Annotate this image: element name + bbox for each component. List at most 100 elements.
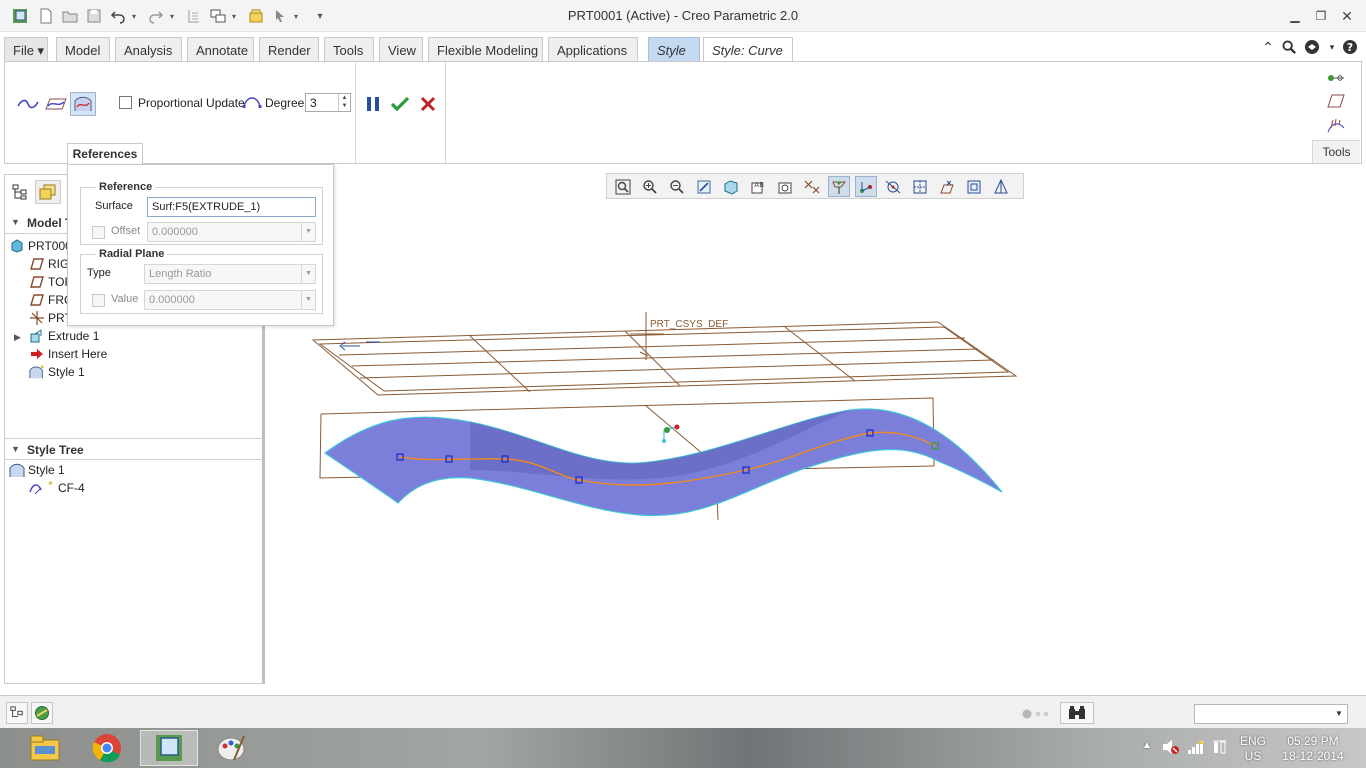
type-select[interactable]: Length Ratio ▼	[144, 264, 316, 284]
saved-orientations-icon[interactable]: AB	[747, 176, 769, 197]
surface-collector[interactable]: Surf:F5(EXTRUDE_1)	[147, 197, 316, 217]
proportional-update-checkbox[interactable]	[119, 96, 132, 109]
power-icon[interactable]	[1212, 739, 1228, 758]
tab-tools-group[interactable]: Tools	[1312, 140, 1360, 163]
help-center-icon[interactable]	[1302, 37, 1322, 57]
repaint-icon[interactable]	[693, 176, 715, 197]
ok-checkmark-icon[interactable]	[387, 92, 413, 116]
curve-analysis-icon[interactable]	[1323, 66, 1349, 90]
style-tree-header[interactable]: ▼ Style Tree	[5, 438, 263, 460]
datum-display-icon[interactable]	[801, 176, 823, 197]
zoom-in-icon[interactable]	[639, 176, 661, 197]
find-icon[interactable]	[1060, 702, 1094, 724]
help-icon[interactable]: ?	[1340, 37, 1360, 57]
collapse-triangle-icon[interactable]: ▼	[11, 444, 20, 454]
refit-icon[interactable]	[612, 176, 634, 197]
offset-dropdown-icon[interactable]: ▼	[301, 223, 315, 241]
display-style-icon[interactable]	[720, 176, 742, 197]
expand-triangle-icon[interactable]: ▶	[14, 332, 21, 343]
tree-item-csys[interactable]: PRT	[29, 309, 72, 327]
value-dropdown-icon[interactable]: ▼	[301, 291, 315, 309]
pause-icon[interactable]	[360, 92, 386, 116]
status-bar: ▼	[0, 695, 1366, 728]
graphics-toolbar: AB	[606, 173, 1024, 199]
clock-date: 18-12-2014	[1282, 749, 1344, 763]
datum-plane-icon	[29, 292, 45, 308]
tab-file[interactable]: File ▾	[4, 37, 48, 62]
navigator-toggle-icon[interactable]	[6, 702, 28, 724]
input-language[interactable]: ENG US	[1238, 734, 1268, 764]
offset-value: 0.000000	[152, 226, 198, 238]
search-icon[interactable]	[1279, 37, 1299, 57]
paint-icon[interactable]	[202, 730, 260, 766]
creo-taskbar-icon[interactable]	[140, 730, 198, 766]
tab-annotate[interactable]: Annotate	[187, 37, 254, 62]
value-checkbox[interactable]	[92, 294, 105, 307]
style-tree-item-curve[interactable]: * CF-4	[29, 479, 85, 497]
tab-analysis[interactable]: Analysis	[115, 37, 182, 62]
radial-plane-group-title: Radial Plane	[96, 248, 168, 260]
volume-muted-icon[interactable]	[1162, 739, 1180, 758]
cos-curve-icon: *	[29, 480, 55, 496]
style-tree-item-style[interactable]: Style 1	[9, 461, 65, 479]
active-plane-icon[interactable]	[1323, 89, 1349, 113]
restore-button[interactable]: ❐	[1308, 6, 1334, 26]
points-display-icon[interactable]	[855, 176, 877, 197]
degree-stepper[interactable]: 3 ▲ ▼	[305, 93, 351, 112]
tab-view[interactable]: View	[379, 37, 423, 62]
graphics-window[interactable]: PRT_CSYS_DEF	[268, 200, 1366, 694]
zoom-out-icon[interactable]	[666, 176, 688, 197]
tab-style[interactable]: Style	[648, 37, 700, 62]
window-title: PRT0001 (Active) - Creo Parametric 2.0	[567, 8, 799, 23]
model-tree-tab-icon[interactable]	[7, 180, 33, 204]
show-hidden-icons-icon[interactable]: ▲	[1142, 740, 1152, 751]
collapse-triangle-icon[interactable]: ▼	[11, 217, 20, 227]
folder-browser-tab-icon[interactable]	[35, 180, 61, 204]
offset-checkbox[interactable]	[92, 226, 105, 239]
curvature-icon[interactable]	[1323, 114, 1349, 138]
tree-item-extrude[interactable]: Extrude 1	[29, 327, 99, 345]
planes-display-icon[interactable]	[828, 176, 850, 197]
help-dropdown-icon[interactable]: ▾	[1322, 37, 1342, 57]
planar-curve-icon[interactable]	[43, 92, 69, 116]
collapse-ribbon-icon[interactable]: ⌃	[1258, 37, 1278, 57]
grid-display-icon[interactable]	[909, 176, 931, 197]
selection-filter-dropdown[interactable]: ▼	[1194, 704, 1348, 724]
cos-curve-icon[interactable]	[70, 92, 96, 116]
tree-item-top-plane[interactable]: TOF	[29, 273, 72, 291]
insert-arrow-icon	[29, 346, 45, 362]
tab-references[interactable]: References	[67, 143, 143, 166]
tree-item-right-plane[interactable]: RIG	[29, 255, 69, 273]
view-manager-icon[interactable]	[774, 176, 796, 197]
type-value: Length Ratio	[149, 268, 212, 280]
four-view-icon[interactable]	[990, 176, 1012, 197]
tab-applications[interactable]: Applications	[548, 37, 638, 62]
cancel-x-icon[interactable]	[415, 92, 441, 116]
tree-item-style[interactable]: * Style 1	[29, 363, 85, 381]
tree-item-part[interactable]: PRT000	[9, 237, 72, 255]
references-panel: Reference Surface Surf:F5(EXTRUDE_1) Off…	[67, 164, 334, 326]
active-plane-orient-icon[interactable]	[936, 176, 958, 197]
value-field[interactable]: 0.000000 ▼	[144, 290, 316, 310]
annotation-display-icon[interactable]	[882, 176, 904, 197]
clock[interactable]: 05:29 PM 18-12-2014	[1280, 734, 1346, 764]
single-view-icon[interactable]	[963, 176, 985, 197]
tab-style-curve[interactable]: Style: Curve	[703, 37, 793, 62]
network-icon[interactable]	[1187, 739, 1205, 758]
minimize-button[interactable]: ▁	[1282, 6, 1308, 26]
tree-item-insert-here[interactable]: Insert Here	[29, 345, 107, 363]
tab-model[interactable]: Model	[56, 37, 110, 62]
close-button[interactable]: ✕	[1334, 6, 1360, 26]
chrome-icon[interactable]	[78, 730, 136, 766]
tab-tools[interactable]: Tools	[324, 37, 374, 62]
csys-icon	[29, 310, 45, 326]
file-explorer-icon[interactable]	[16, 730, 74, 766]
tab-render[interactable]: Render	[259, 37, 319, 62]
filter-dropdown-icon[interactable]: ▼	[1331, 705, 1347, 723]
tab-flexible-modeling[interactable]: Flexible Modeling	[428, 37, 543, 62]
type-dropdown-icon[interactable]: ▼	[301, 265, 315, 283]
free-curve-icon[interactable]	[15, 92, 41, 116]
stepper-arrows-icon[interactable]: ▲ ▼	[338, 94, 350, 111]
offset-field[interactable]: 0.000000 ▼	[147, 222, 316, 242]
browser-toggle-icon[interactable]	[31, 702, 53, 724]
